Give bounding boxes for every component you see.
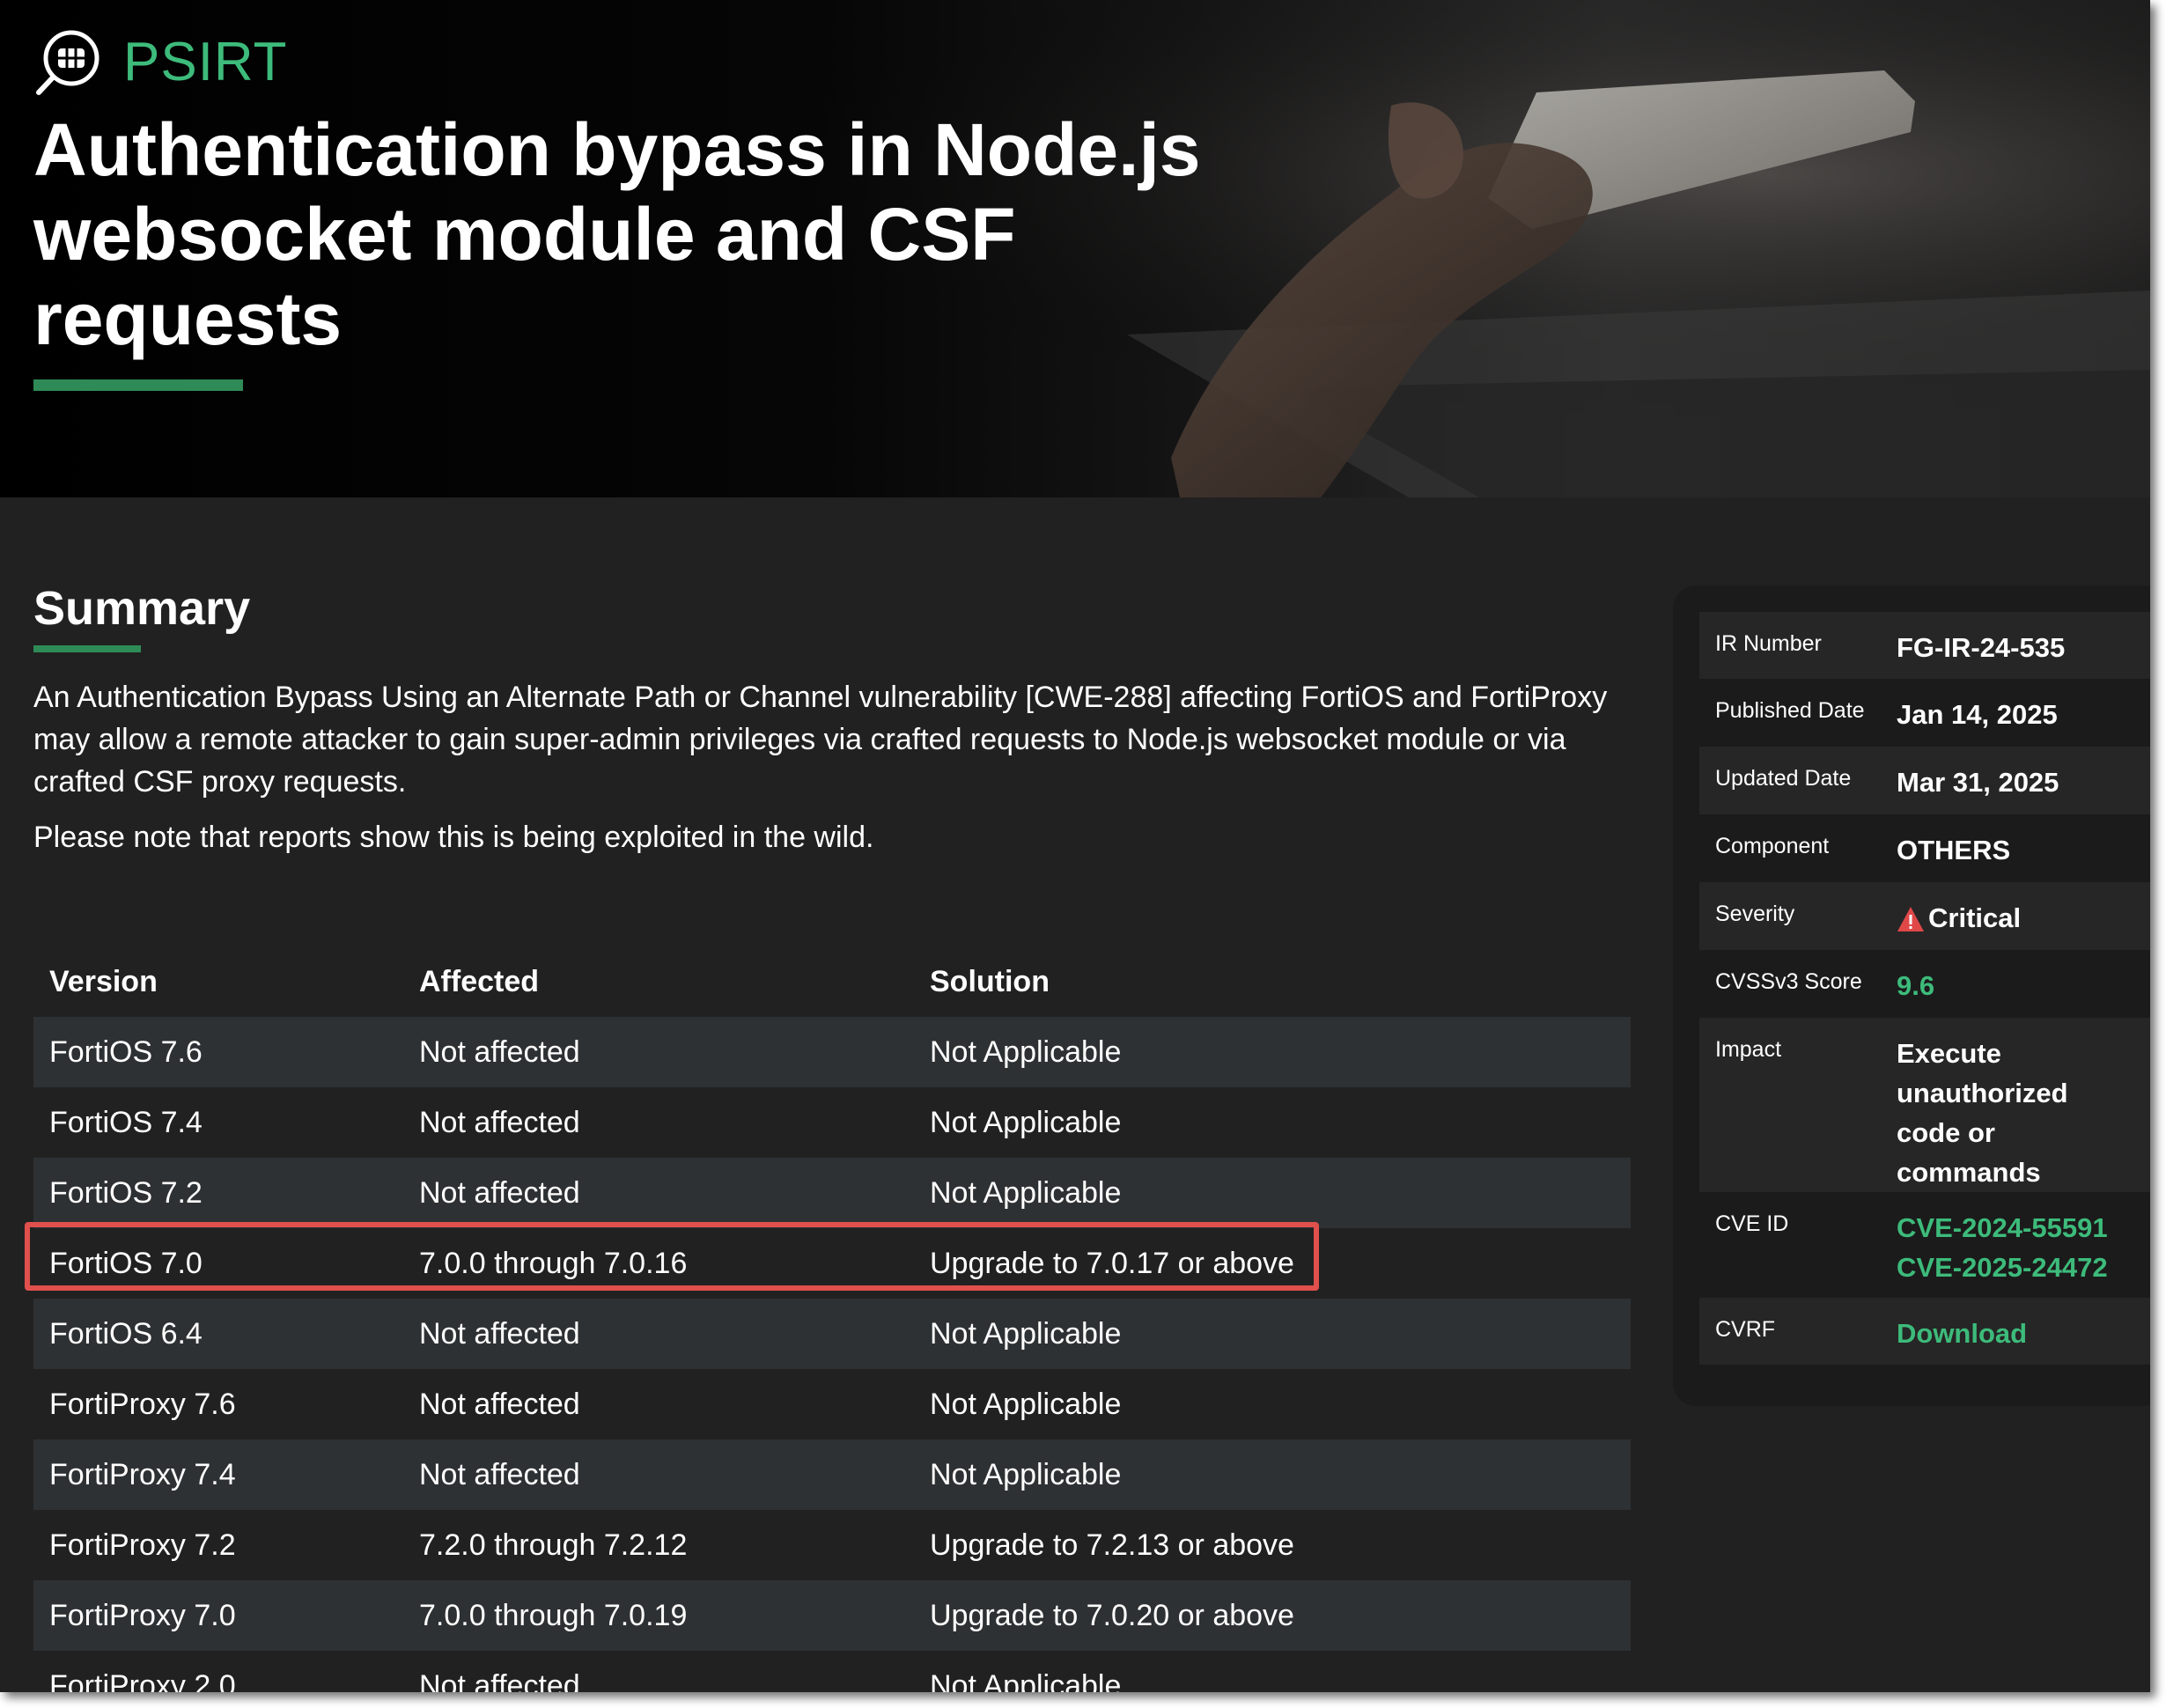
detail-cve-id: CVE ID CVE-2024-55591 CVE-2025-24472	[1699, 1192, 2150, 1298]
detail-label: Updated Date	[1715, 766, 1852, 791]
cell-affected: Not affected	[419, 1034, 580, 1069]
detail-ir-number: IR Number FG-IR-24-535	[1699, 612, 2150, 679]
detail-severity: Severity Critical	[1699, 882, 2150, 950]
title-underline	[33, 379, 243, 391]
detail-published-date: Published Date Jan 14, 2025	[1699, 679, 2150, 747]
cve-link[interactable]: CVE-2024-55591	[1897, 1208, 2108, 1248]
cell-affected: Not affected	[419, 1105, 580, 1139]
cell-solution: Not Applicable	[930, 1034, 1122, 1069]
header-solution: Solution	[930, 964, 1050, 998]
advisory-page: PSIRT Authentication bypass in Node.js w…	[0, 0, 2150, 1692]
cell-solution: Not Applicable	[930, 1387, 1122, 1421]
exploitation-note: Please note that reports show this is be…	[33, 821, 874, 854]
detail-label: Component	[1715, 834, 1830, 858]
hero-banner: PSIRT Authentication bypass in Node.js w…	[0, 0, 2150, 497]
cell-affected: Not affected	[419, 1175, 580, 1210]
table-row: FortiProxy 2.0 Not affected Not Applicab…	[33, 1651, 1631, 1693]
psirt-label: PSIRT	[123, 31, 288, 92]
detail-value: Critical	[1897, 898, 2021, 938]
cell-solution: Not Applicable	[930, 1105, 1122, 1139]
detail-value: FG-IR-24-535	[1897, 632, 2066, 663]
detail-label: CVRF	[1715, 1317, 1776, 1342]
table-row: FortiOS 7.6 Not affected Not Applicable	[33, 1017, 1631, 1087]
detail-value: Mar 31, 2025	[1897, 767, 2059, 798]
impact-line: unauthorized	[1897, 1078, 2068, 1108]
psirt-brand[interactable]: PSIRT	[33, 26, 287, 97]
header-affected: Affected	[419, 964, 540, 998]
detail-impact: Impact Execute unauthorized code or comm…	[1699, 1018, 2150, 1192]
summary-text: An Authentication Bypass Using an Altern…	[33, 681, 1608, 799]
cve-links: CVE-2024-55591 CVE-2025-24472	[1897, 1208, 2108, 1287]
header-version: Version	[49, 964, 158, 998]
advisory-details-panel: IR Number FG-IR-24-535 Published Date Ja…	[1673, 585, 2150, 1406]
impact-line: Execute	[1897, 1038, 2001, 1069]
table-row: FortiOS 7.2 Not affected Not Applicable	[33, 1158, 1631, 1228]
cell-solution: Upgrade to 7.2.13 or above	[930, 1528, 1294, 1562]
detail-value: OTHERS	[1897, 835, 2011, 865]
cell-affected: Not affected	[419, 1316, 580, 1351]
cell-affected: 7.2.0 through 7.2.12	[419, 1528, 688, 1562]
table-row: FortiProxy 7.0 7.0.0 through 7.0.19 Upgr…	[33, 1580, 1631, 1651]
detail-value: Jan 14, 2025	[1897, 699, 2058, 730]
detail-label: Impact	[1715, 1037, 1782, 1062]
cell-version: FortiOS 7.4	[49, 1105, 203, 1139]
detail-label: CVE ID	[1715, 1211, 1789, 1236]
cell-version: FortiProxy 2.0	[49, 1668, 236, 1693]
cell-solution: Not Applicable	[930, 1175, 1122, 1210]
cell-solution: Not Applicable	[930, 1668, 1122, 1693]
detail-label: Severity	[1715, 902, 1795, 926]
cell-affected: Not affected	[419, 1668, 580, 1693]
cell-solution: Upgrade to 7.0.20 or above	[930, 1598, 1294, 1632]
detail-label: CVSSv3 Score	[1715, 969, 1862, 994]
impact-line: code or	[1897, 1117, 1995, 1148]
table-row: FortiProxy 7.4 Not affected Not Applicab…	[33, 1439, 1631, 1510]
cell-solution: Not Applicable	[930, 1457, 1122, 1491]
cell-version: FortiProxy 7.2	[49, 1528, 236, 1562]
detail-cvrf: CVRF Download	[1699, 1298, 2150, 1365]
highlight-annotation-box	[25, 1222, 1319, 1291]
detail-label: Published Date	[1715, 698, 1865, 723]
cell-solution: Not Applicable	[930, 1316, 1122, 1351]
cell-version: FortiOS 7.2	[49, 1175, 203, 1210]
detail-cvss-score: CVSSv3 Score 9.6	[1699, 950, 2150, 1018]
summary-heading: Summary	[33, 582, 251, 635]
cvss-score-value: 9.6	[1897, 970, 1935, 1001]
page-title: Authentication bypass in Node.js websock…	[33, 108, 1201, 360]
detail-component: Component OTHERS	[1699, 814, 2150, 882]
cell-affected: Not affected	[419, 1387, 580, 1421]
detail-label: IR Number	[1715, 631, 1822, 656]
severity-text: Critical	[1928, 902, 2022, 933]
cell-version: FortiProxy 7.4	[49, 1457, 236, 1491]
impact-value: Execute unauthorized code or commands	[1897, 1034, 2068, 1192]
table-row: FortiOS 6.4 Not affected Not Applicable	[33, 1299, 1631, 1369]
impact-line: commands	[1897, 1157, 2041, 1188]
table-row: FortiProxy 7.2 7.2.0 through 7.2.12 Upgr…	[33, 1510, 1631, 1580]
affected-versions-table: Version Affected Solution FortiOS 7.6 No…	[25, 946, 1631, 1693]
table-row: FortiProxy 7.6 Not affected Not Applicab…	[33, 1369, 1631, 1439]
cvrf-download-link[interactable]: Download	[1897, 1314, 2027, 1353]
warning-triangle-icon	[1897, 907, 1924, 931]
summary-underline	[33, 645, 141, 652]
table-row: FortiOS 7.4 Not affected Not Applicable	[33, 1087, 1631, 1158]
psirt-logo-icon	[36, 30, 99, 95]
cell-version: FortiOS 7.6	[49, 1034, 203, 1069]
detail-updated-date: Updated Date Mar 31, 2025	[1699, 747, 2150, 814]
cell-affected: 7.0.0 through 7.0.19	[419, 1598, 688, 1632]
cell-version: FortiOS 6.4	[49, 1316, 203, 1351]
cell-version: FortiProxy 7.6	[49, 1387, 236, 1421]
cell-affected: Not affected	[419, 1457, 580, 1491]
cve-link[interactable]: CVE-2025-24472	[1897, 1248, 2108, 1287]
table-header-row: Version Affected Solution	[33, 946, 1631, 1017]
cell-version: FortiProxy 7.0	[49, 1598, 236, 1632]
